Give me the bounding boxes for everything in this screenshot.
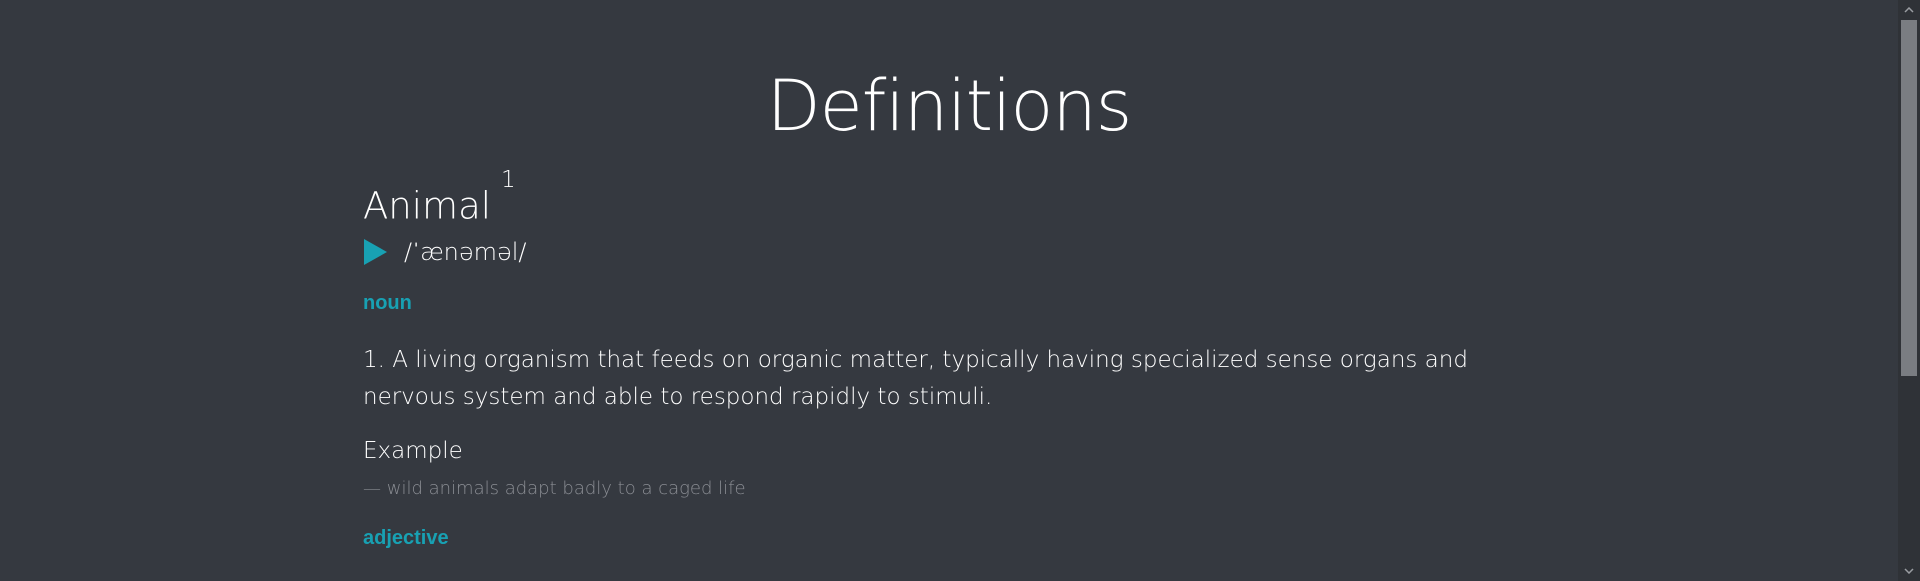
vertical-scrollbar[interactable] xyxy=(1898,0,1920,581)
scrollbar-thumb[interactable] xyxy=(1901,20,1917,376)
part-of-speech-noun: noun xyxy=(363,292,412,314)
scroll-down-button[interactable] xyxy=(1898,561,1920,581)
headword: Animal xyxy=(363,184,492,228)
example-text: — wild animals adapt badly to a caged li… xyxy=(363,478,746,499)
chevron-down-icon xyxy=(1904,568,1914,574)
pronunciation-row: /ˈænəməl/ xyxy=(363,232,527,272)
part-of-speech-adjective: adjective xyxy=(363,527,449,549)
page-title: Definitions xyxy=(766,65,1132,147)
scroll-up-button[interactable] xyxy=(1898,0,1920,20)
play-icon xyxy=(363,239,387,265)
chevron-up-icon xyxy=(1904,7,1914,13)
play-pronunciation-button[interactable] xyxy=(363,239,387,265)
phonetic-transcription: /ˈænəməl/ xyxy=(404,237,527,266)
homograph-number: 1 xyxy=(501,167,516,193)
example-label: Example xyxy=(363,438,463,464)
definition-text: 1. A living organism that feeds on organ… xyxy=(363,347,1468,410)
word-heading: Animal 1 xyxy=(363,167,516,230)
